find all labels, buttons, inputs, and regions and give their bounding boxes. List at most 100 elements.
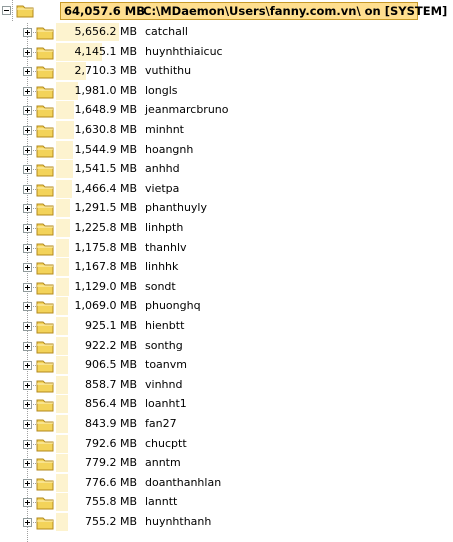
folder-icon: [36, 223, 54, 236]
expand-icon[interactable]: [23, 126, 32, 135]
folder-name: huynhthiaicuc: [145, 44, 223, 58]
folder-name: fan27: [145, 417, 177, 430]
size-bar: [56, 219, 70, 237]
folder-row[interactable]: 1,069.0 MB phuonghq: [0, 296, 453, 316]
folder-size: 1,167.8 MB: [74, 260, 137, 274]
folder-row[interactable]: 843.9 MB fan27: [0, 414, 453, 434]
folder-icon: [36, 360, 54, 373]
folder-name: catchall: [145, 25, 188, 38]
folder-row[interactable]: 779.2 MB anntm: [0, 453, 453, 473]
folder-size: 776.6 MB: [84, 475, 137, 489]
folder-size: 856.4 MB: [84, 397, 137, 411]
root-size: 64,057.6 MB: [64, 4, 145, 18]
folder-row[interactable]: 858.7 MB vinhnd: [0, 375, 453, 395]
folder-row[interactable]: 1,129.0 MB sondt: [0, 277, 453, 297]
folder-size: 1,175.8 MB: [74, 240, 137, 254]
folder-row[interactable]: 1,175.8 MB thanhlv: [0, 238, 453, 258]
size-bar: [56, 277, 69, 296]
folder-name: longls: [145, 83, 178, 97]
expand-icon[interactable]: [23, 165, 32, 175]
folder-row[interactable]: 1,225.8 MB linhpth: [0, 218, 453, 238]
expand-icon[interactable]: [23, 263, 32, 273]
expand-icon[interactable]: [23, 518, 32, 527]
size-bar: [56, 493, 68, 512]
expand-icon[interactable]: [23, 302, 32, 312]
folder-size: 1,291.5 MB: [74, 201, 137, 215]
expand-icon[interactable]: [23, 86, 32, 96]
size-bar: [56, 434, 68, 453]
expand-icon[interactable]: [23, 400, 32, 410]
folder-icon: [36, 86, 54, 99]
folder-name: doanthanhlan: [145, 475, 222, 489]
expand-icon[interactable]: [23, 47, 32, 57]
folder-row[interactable]: 2,710.3 MB vuthithu: [0, 61, 453, 81]
folder-icon: [36, 47, 54, 60]
size-bar: [56, 140, 73, 159]
folder-icon: [36, 517, 54, 530]
folder-icon: [36, 184, 54, 197]
expand-icon[interactable]: [23, 145, 32, 155]
expand-icon[interactable]: [23, 361, 32, 371]
collapse-icon[interactable]: [2, 6, 11, 15]
folder-size: 1,981.0 MB: [74, 83, 137, 97]
folder-icon: [36, 301, 54, 314]
size-bar: [56, 336, 68, 355]
expand-icon[interactable]: [23, 224, 32, 233]
expand-icon[interactable]: [23, 478, 32, 488]
folder-row[interactable]: 1,167.8 MB linhhk: [0, 257, 453, 277]
folder-row[interactable]: 755.8 MB lanntt: [0, 492, 453, 512]
root-row[interactable]: 64,057.6 MB C:\MDaemon\Users\fanny.com.v…: [0, 0, 453, 22]
folder-size: 843.9 MB: [84, 417, 137, 430]
folder-row[interactable]: 776.6 MB doanthanhlan: [0, 473, 453, 493]
folder-size: 1,466.4 MB: [74, 181, 137, 195]
folder-name: toanvm: [145, 358, 187, 372]
folder-size: 5,656.2 MB: [74, 25, 137, 38]
folder-size: 1,225.8 MB: [74, 221, 137, 234]
expand-icon[interactable]: [23, 243, 32, 253]
expand-icon[interactable]: [23, 67, 32, 77]
expand-icon[interactable]: [23, 341, 32, 351]
expand-icon[interactable]: [23, 184, 32, 194]
folder-row[interactable]: 792.6 MB chucptt: [0, 434, 453, 454]
folder-row[interactable]: 755.2 MB huynhthanh: [0, 512, 453, 532]
folder-row[interactable]: 4,145.1 MB huynhthiaicuc: [0, 42, 453, 62]
folder-icon: [36, 243, 54, 256]
size-bar: [56, 473, 68, 492]
expand-icon[interactable]: [23, 380, 32, 390]
folder-name: huynhthanh: [145, 515, 212, 528]
folder-icon: [36, 497, 54, 510]
expand-icon[interactable]: [23, 459, 32, 469]
folder-row[interactable]: 925.1 MB hienbtt: [0, 316, 453, 336]
folder-name: phanthuyly: [145, 201, 207, 215]
folder-row[interactable]: 1,648.9 MB jeanmarcbruno: [0, 100, 453, 120]
expand-icon[interactable]: [23, 106, 32, 116]
expand-icon[interactable]: [23, 498, 32, 508]
expand-icon[interactable]: [23, 28, 32, 37]
folder-name: sonthg: [145, 338, 183, 352]
folder-row[interactable]: 1,291.5 MB phanthuyly: [0, 198, 453, 218]
expand-icon[interactable]: [23, 420, 32, 429]
folder-row[interactable]: 922.2 MB sonthg: [0, 336, 453, 356]
expand-icon[interactable]: [23, 204, 32, 214]
folder-icon: [36, 203, 54, 216]
folder-icon: [36, 380, 54, 393]
folder-size: 925.1 MB: [84, 319, 137, 332]
folder-row[interactable]: 1,981.0 MB longls: [0, 81, 453, 101]
expand-icon[interactable]: [23, 282, 32, 292]
folder-row[interactable]: 5,656.2 MB catchall: [0, 22, 453, 42]
folder-size: 1,630.8 MB: [74, 123, 137, 136]
expand-icon[interactable]: [23, 322, 32, 331]
folder-size: 1,069.0 MB: [74, 299, 137, 313]
folder-row[interactable]: 1,541.5 MB anhhd: [0, 159, 453, 179]
folder-row[interactable]: 906.5 MB toanvm: [0, 355, 453, 375]
folder-icon: [36, 419, 54, 432]
size-bar: [56, 454, 68, 473]
folder-row[interactable]: 856.4 MB loanht1: [0, 394, 453, 414]
folder-row[interactable]: 1,466.4 MB vietpa: [0, 179, 453, 199]
size-bar: [56, 297, 68, 316]
folder-row[interactable]: 1,544.9 MB hoangnh: [0, 140, 453, 160]
expand-icon[interactable]: [23, 439, 32, 449]
folder-name: vinhnd: [145, 377, 183, 391]
folder-row[interactable]: 1,630.8 MB minhnt: [0, 120, 453, 140]
folder-size: 858.7 MB: [84, 377, 137, 391]
